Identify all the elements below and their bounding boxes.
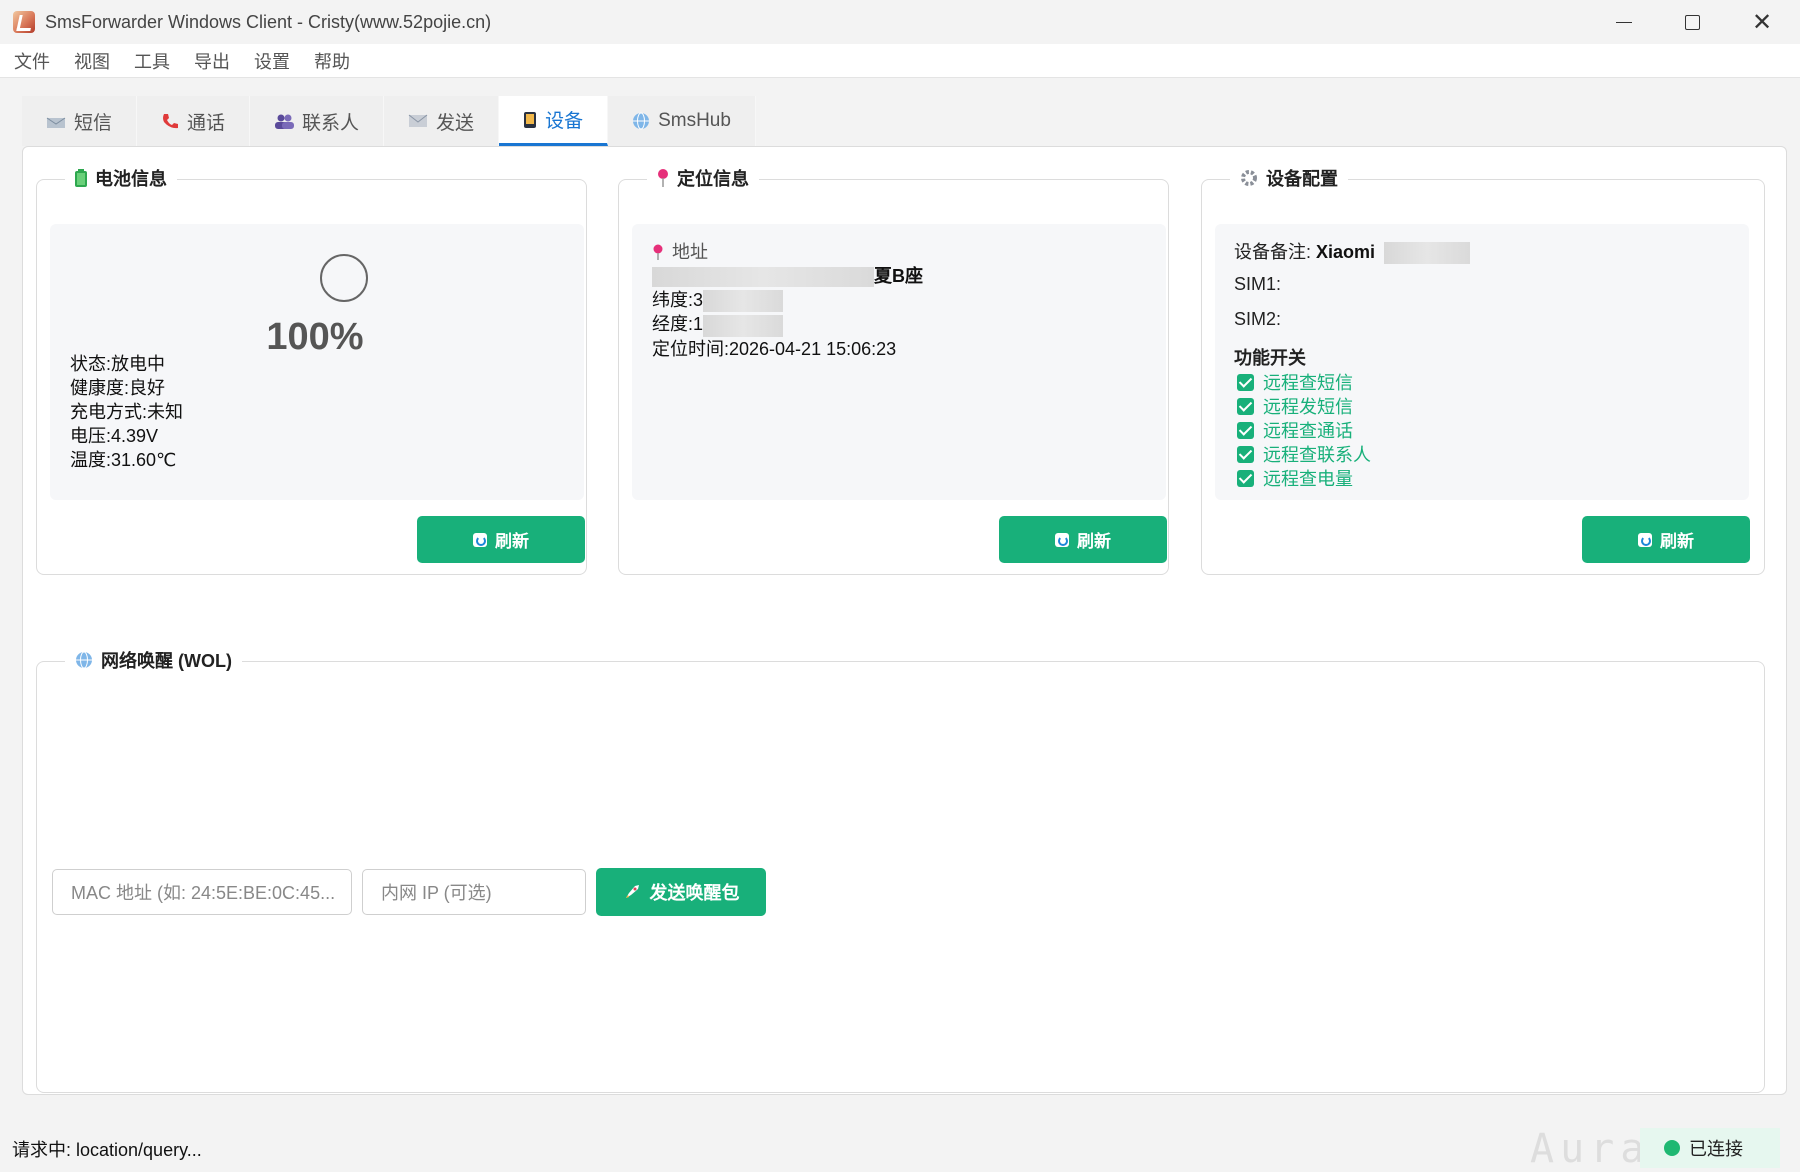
switch-remote-read-sms[interactable]: 远程查短信 <box>1237 370 1470 394</box>
longitude: 经度:1 <box>652 312 923 337</box>
tab-label: 发送 <box>436 112 475 134</box>
feature-switches-title: 功能开关 <box>1234 348 1306 368</box>
redacted-longitude <box>703 314 784 337</box>
menu-export[interactable]: 导出 <box>194 48 230 74</box>
menu-bar: 文件 视图 工具 导出 设置 帮助 <box>0 44 1800 78</box>
device-remark: 设备备注: Xiaomi <box>1234 238 1471 265</box>
tab-contacts[interactable]: 联系人 <box>250 96 385 146</box>
checkbox-checked-icon <box>1237 421 1254 439</box>
gear-icon <box>1240 169 1258 187</box>
battery-group: 电池信息 100% 状态:放电中 健康度:良好 充电方式:未知 电压:4.39V… <box>36 165 587 575</box>
menu-file[interactable]: 文件 <box>14 48 50 74</box>
wol-group: 网络唤醒 (WOL) MAC 地址 (如: 24:5E:BE:0C:45... … <box>36 647 1765 1093</box>
maximize-button[interactable] <box>1658 0 1726 44</box>
tab-label: 通话 <box>187 112 226 134</box>
connection-status: 已连接 <box>1640 1128 1780 1168</box>
tab-sms[interactable]: 短信 <box>22 96 138 146</box>
status-message: 请求中: location/query... <box>12 1140 202 1160</box>
mac-address-input[interactable]: MAC 地址 (如: 24:5E:BE:0C:45... <box>52 869 352 915</box>
tab-send[interactable]: 发送 <box>384 96 500 146</box>
tab-label: SmsHub <box>658 110 731 131</box>
config-details: 设备备注: Xiaomi SIM1: SIM2: 功能开关 远程查短信 远程发短… <box>1234 238 1471 490</box>
location-info-box: 地址 夏B座 纬度:3 经度:1 定位时间:2026-04-21 15:06:2… <box>632 224 1166 500</box>
battery-health: 健康度:良好 <box>70 378 166 398</box>
battery-details: 状态:放电中 健康度:良好 充电方式:未知 电压:4.39V 温度:31.60℃ <box>70 352 183 472</box>
globe-icon <box>632 112 650 130</box>
location-group: 定位信息 地址 夏B座 纬度:3 经度:1 定位时间:2026-04-21 15… <box>618 165 1169 575</box>
menu-view[interactable]: 视图 <box>74 48 110 74</box>
window-title: SmsForwarder Windows Client - Cristy(www… <box>45 12 492 32</box>
location-time: 定位时间:2026-04-21 15:06:23 <box>652 338 897 359</box>
battery-refresh-button[interactable]: 刷新 <box>417 516 585 563</box>
refresh-icon <box>1638 532 1652 547</box>
send-icon <box>408 113 428 129</box>
tab-label: 设备 <box>545 111 584 132</box>
refresh-icon <box>473 532 487 547</box>
location-title: 定位信息 <box>647 165 759 191</box>
connected-icon <box>1664 1140 1680 1156</box>
globe-icon <box>75 651 93 669</box>
phone-icon <box>161 112 179 130</box>
menu-settings[interactable]: 设置 <box>254 48 290 74</box>
battery-icon <box>75 169 87 187</box>
sim2-label: SIM2: <box>1234 309 1282 329</box>
checkbox-checked-icon <box>1237 397 1254 415</box>
config-info-box: 设备备注: Xiaomi SIM1: SIM2: 功能开关 远程查短信 远程发短… <box>1215 224 1749 500</box>
tab-label: 联系人 <box>302 112 360 134</box>
app-logo-icon <box>13 11 35 33</box>
battery-ring <box>320 254 368 302</box>
switch-remote-read-battery[interactable]: 远程查电量 <box>1237 466 1470 490</box>
latitude: 纬度:3 <box>652 288 923 313</box>
maximize-icon <box>1684 14 1700 30</box>
battery-temperature: 温度:31.60℃ <box>70 450 177 470</box>
menu-help[interactable]: 帮助 <box>314 48 350 74</box>
config-title: 设备配置 <box>1230 165 1348 191</box>
title-bar: SmsForwarder Windows Client - Cristy(www… <box>0 0 1800 44</box>
tab-calls[interactable]: 通话 <box>137 96 251 146</box>
send-wol-button[interactable]: 发送唤醒包 <box>596 868 766 916</box>
tab-bar: 短信 通话 联系人 发送 设备 SmsHub <box>22 96 756 146</box>
close-button[interactable]: ✕ <box>1728 0 1796 44</box>
checkbox-checked-icon <box>1237 469 1254 487</box>
redacted-latitude <box>703 290 784 313</box>
pin-icon <box>657 169 669 187</box>
contacts-icon <box>274 113 295 129</box>
switch-remote-read-contacts[interactable]: 远程查联系人 <box>1237 442 1470 466</box>
tab-device[interactable]: 设备 <box>499 96 609 146</box>
wol-title: 网络唤醒 (WOL) <box>65 647 242 673</box>
redacted-address <box>652 267 874 288</box>
battery-status: 状态:放电中 <box>70 354 166 374</box>
switch-remote-read-calls[interactable]: 远程查通话 <box>1237 418 1470 442</box>
address-pin-icon <box>652 244 664 260</box>
device-icon <box>523 111 537 129</box>
battery-title: 电池信息 <box>65 165 177 191</box>
battery-voltage: 电压:4.39V <box>70 426 159 446</box>
checkbox-checked-icon <box>1237 373 1254 391</box>
device-panel: 电池信息 100% 状态:放电中 健康度:良好 充电方式:未知 电压:4.39V… <box>22 146 1787 1095</box>
config-group: 设备配置 设备备注: Xiaomi SIM1: SIM2: 功能开关 远程查短信… <box>1201 165 1765 575</box>
sms-icon <box>46 113 66 129</box>
minimize-icon <box>1616 21 1632 23</box>
redacted-remark <box>1384 242 1471 265</box>
rocket-icon <box>623 883 641 901</box>
tab-label: 短信 <box>74 112 113 134</box>
app-window: SmsForwarder Windows Client - Cristy(www… <box>0 0 1800 1172</box>
location-details: 地址 夏B座 纬度:3 经度:1 定位时间:2026-04-21 15:06:2… <box>652 240 923 361</box>
sim1-label: SIM1: <box>1234 274 1282 294</box>
address-label: 地址 <box>652 240 923 264</box>
address-value: 夏B座 <box>652 264 923 288</box>
battery-info-box: 100% 状态:放电中 健康度:良好 充电方式:未知 电压:4.39V 温度:3… <box>50 224 584 500</box>
checkbox-checked-icon <box>1237 445 1254 463</box>
lan-ip-input[interactable]: 内网 IP (可选) <box>362 869 586 915</box>
switch-remote-send-sms[interactable]: 远程发短信 <box>1237 394 1470 418</box>
battery-charge-mode: 充电方式:未知 <box>70 402 184 422</box>
config-refresh-button[interactable]: 刷新 <box>1582 516 1750 563</box>
menu-tools[interactable]: 工具 <box>134 48 170 74</box>
tab-smshub[interactable]: SmsHub <box>608 96 756 146</box>
location-refresh-button[interactable]: 刷新 <box>999 516 1167 563</box>
refresh-icon <box>1055 532 1069 547</box>
minimize-button[interactable] <box>1590 0 1658 44</box>
